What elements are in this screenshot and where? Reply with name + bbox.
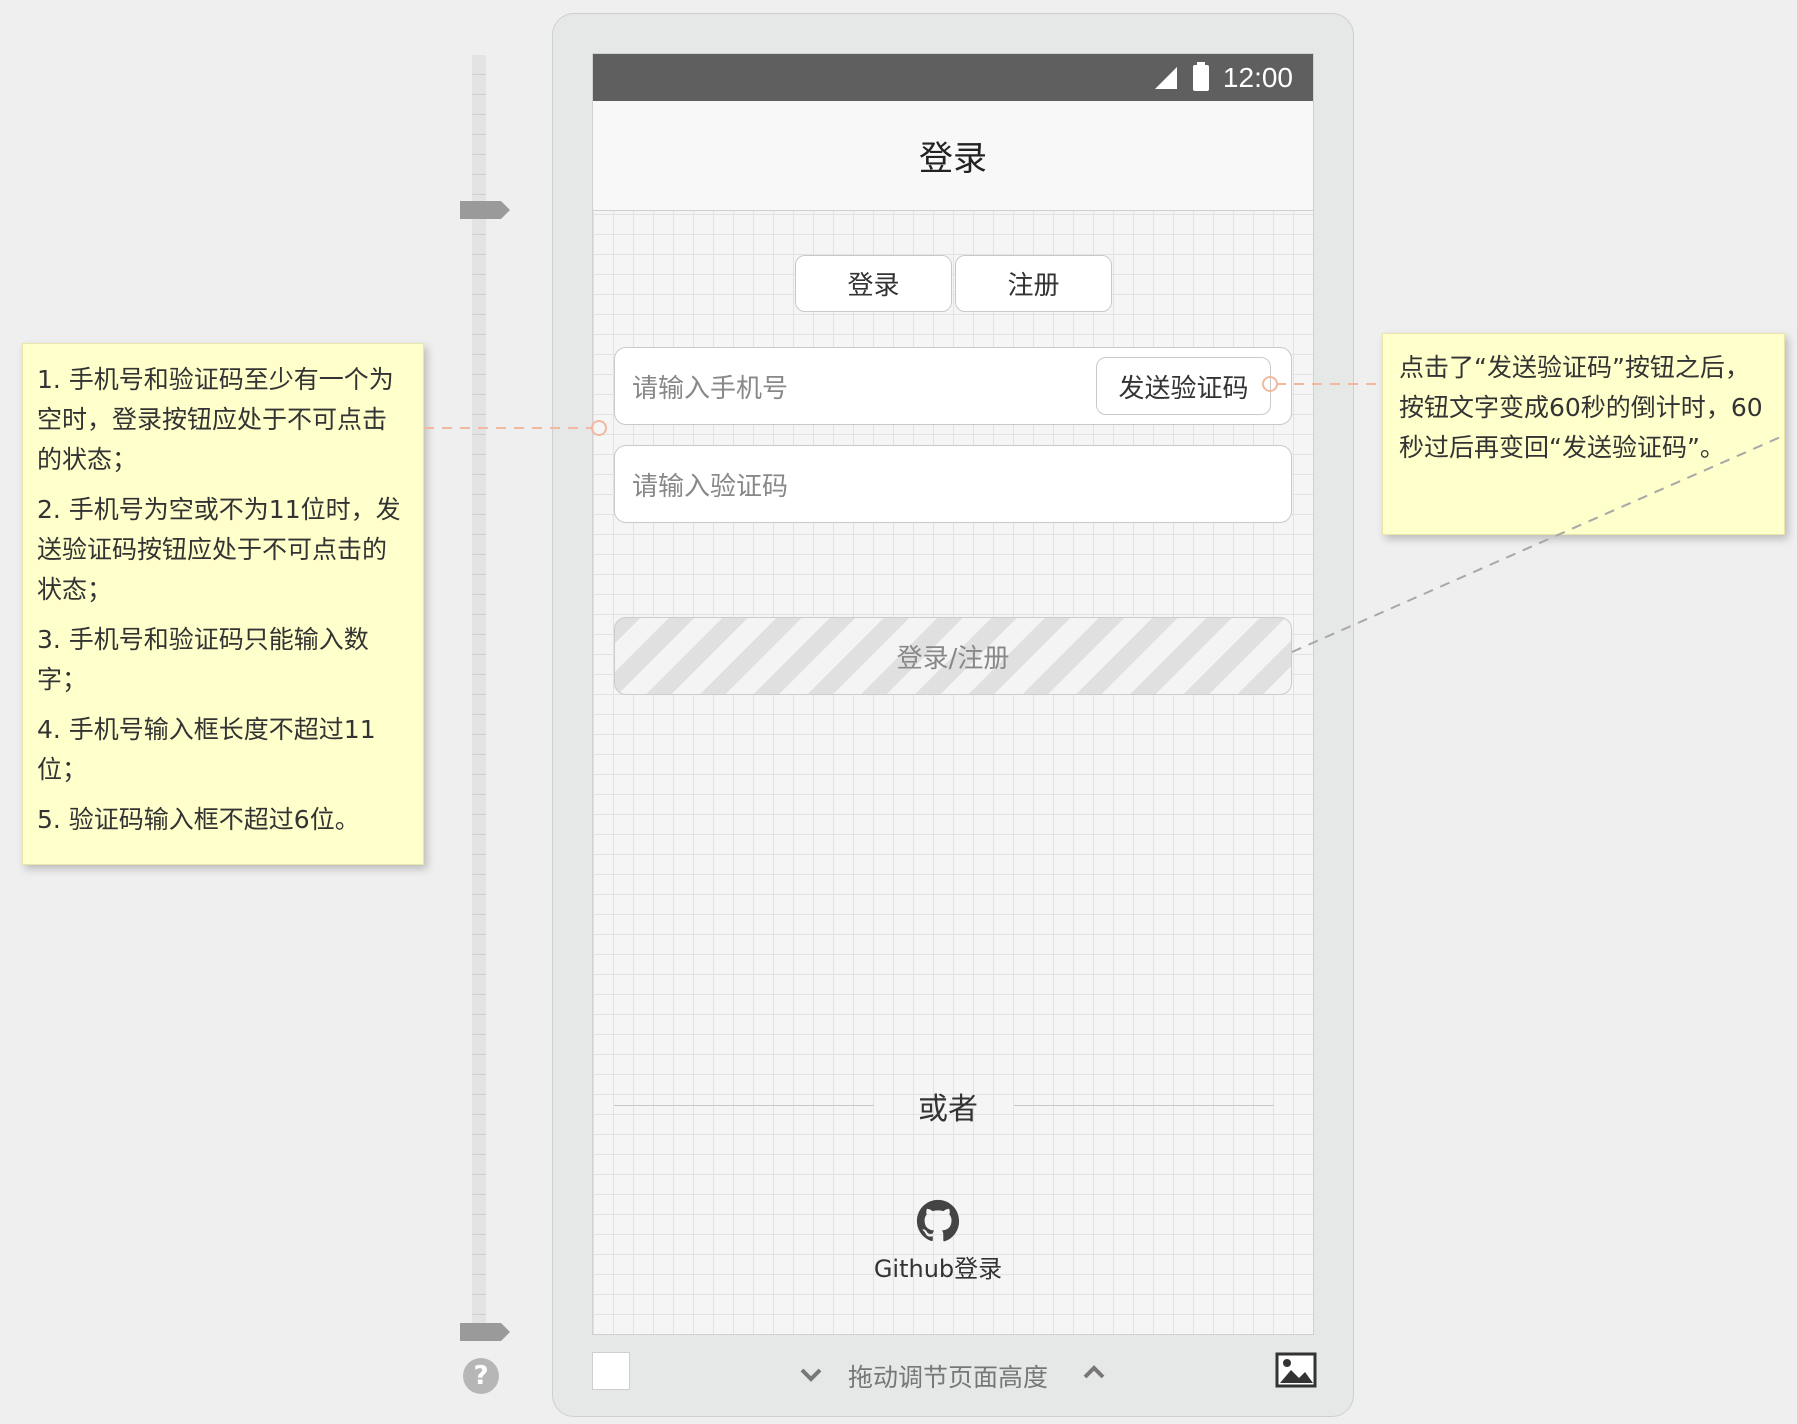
phone-input[interactable]: 请输入手机号 发送验证码 — [614, 347, 1292, 425]
note-text: 点击了“发送验证码”按钮之后，按钮文字变成60秒的倒计时，60秒过后再变回“发送… — [1399, 353, 1763, 462]
code-input[interactable]: 请输入验证码 — [614, 445, 1292, 523]
note-item: 5. 验证码输入框不超过6位。 — [37, 805, 360, 834]
phone-screen: 12:00 登录 登录 注册 请输入手机号 发送验证码 请输入验证码 登录/注册… — [592, 53, 1314, 1335]
github-login-label[interactable]: Github登录 — [853, 1249, 1023, 1284]
status-time: 12:00 — [1222, 61, 1293, 93]
divider-line-right — [1014, 1105, 1274, 1106]
tab-login[interactable]: 登录 — [795, 255, 952, 312]
bottom-checkbox[interactable] — [592, 1352, 630, 1390]
send-code-button[interactable]: 发送验证码 — [1096, 357, 1271, 415]
note-item: 2. 手机号为空或不为11位时，发送验证码按钮应处于不可点击的状态； — [37, 495, 401, 604]
divider-line-left — [614, 1105, 874, 1106]
resize-hint-label: 拖动调节页面高度 — [848, 1363, 1049, 1392]
signal-icon — [1154, 66, 1177, 89]
chevron-up-icon[interactable] — [1080, 1358, 1108, 1386]
note-item: 1. 手机号和验证码至少有一个为空时，登录按钮应处于不可点击的状态； — [37, 365, 394, 474]
nav-bar: 登录 — [593, 101, 1313, 211]
annotation-note-left: 1. 手机号和验证码至少有一个为空时，登录按钮应处于不可点击的状态； 2. 手机… — [22, 343, 424, 865]
tab-register[interactable]: 注册 — [955, 255, 1112, 312]
ruler-bottom-handle[interactable] — [460, 1323, 510, 1341]
code-input-placeholder: 请输入验证码 — [632, 471, 789, 502]
note-item: 4. 手机号输入框长度不超过11位； — [37, 715, 376, 784]
ruler-top-handle[interactable] — [460, 201, 510, 219]
status-bar: 12:00 — [593, 54, 1313, 101]
image-icon[interactable] — [1275, 1352, 1317, 1388]
chevron-down-icon[interactable] — [797, 1360, 825, 1388]
divider-text: 或者 — [918, 1092, 978, 1127]
battery-icon — [1192, 61, 1209, 91]
page-title: 登录 — [919, 139, 987, 179]
login-register-label: 登录/注册 — [896, 643, 1010, 674]
annotation-note-right: 点击了“发送验证码”按钮之后，按钮文字变成60秒的倒计时，60秒过后再变回“发送… — [1382, 333, 1785, 535]
note-item: 3. 手机号和验证码只能输入数字； — [37, 625, 369, 694]
phone-input-placeholder: 请输入手机号 — [632, 373, 789, 404]
help-icon[interactable]: ? — [463, 1358, 499, 1394]
github-icon[interactable] — [916, 1199, 960, 1243]
login-register-button[interactable]: 登录/注册 — [614, 617, 1292, 695]
height-ruler — [472, 55, 486, 1340]
